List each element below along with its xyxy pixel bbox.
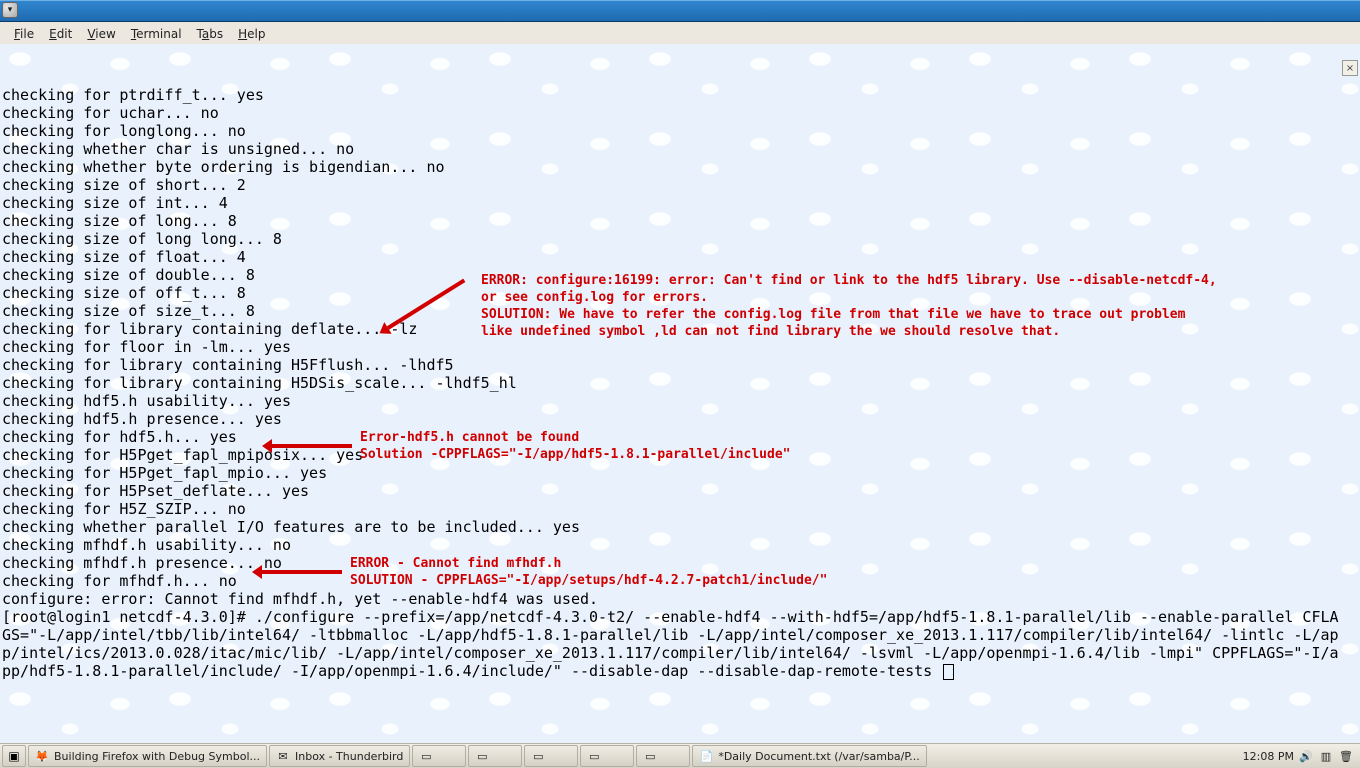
terminal-line: checking for H5Pget_fapl_mpio... yes [2,464,1342,482]
terminal-line: checking for longlong... no [2,122,1342,140]
menu-tabs[interactable]: Tabs [191,25,230,43]
terminal-line: checking hdf5.h presence... yes [2,410,1342,428]
taskbar-task[interactable]: ▭ [580,745,634,767]
task-label: Building Firefox with Debug Symbol... [54,750,260,763]
terminal-line: checking size of long... 8 [2,212,1342,230]
terminal-line: checking for H5Pset_deflate... yes [2,482,1342,500]
terminal-line: checking size of int... 4 [2,194,1342,212]
terminal-line: checking for library containing H5Fflush… [2,356,1342,374]
annotation-arrow [262,570,342,574]
terminal-line: checking whether char is unsigned... no [2,140,1342,158]
task-icon: 📄 [699,749,713,763]
terminal-line: checking size of long long... 8 [2,230,1342,248]
taskbar-task[interactable]: ▭ [524,745,578,767]
show-desktop-button[interactable]: ▣ [2,745,26,767]
task-icon: ▭ [643,749,657,763]
menu-terminal[interactable]: Terminal [125,25,188,43]
terminal-line: checking size of float... 4 [2,248,1342,266]
terminal-line: [root@login1 netcdf-4.3.0]# ./configure … [2,608,1342,680]
terminal-line: checking for library containing H5DSis_s… [2,374,1342,392]
window-titlebar: ▾ [0,0,1360,22]
taskbar-task[interactable]: ▭ [636,745,690,767]
terminal-line: checking hdf5.h usability... yes [2,392,1342,410]
terminal-line: checking mfhdf.h usability... no [2,536,1342,554]
terminal-line: checking for H5Z_SZIP... no [2,500,1342,518]
taskbar: ▣ 🦊 Building Firefox with Debug Symbol...… [0,743,1360,768]
taskbar-task[interactable]: ▭ [468,745,522,767]
terminal-line: checking for ptrdiff_t... yes [2,86,1342,104]
tab-close-button[interactable]: × [1342,60,1358,76]
terminal-line: configure: error: Cannot find mfhdf.h, y… [2,590,1342,608]
taskbar-task[interactable]: ▭ [412,745,466,767]
terminal-line: checking size of short... 2 [2,176,1342,194]
system-tray: 12:08 PM 🔊 ▥ 🗑 [1243,748,1358,764]
annotation-error-3: ERROR - Cannot find mfhdf.h SOLUTION - C… [350,555,827,589]
task-icon: ▭ [531,749,545,763]
terminal-container: × checking for ptrdiff_t... yeschecking … [0,44,1360,744]
terminal-line: checking whether byte ordering is bigend… [2,158,1342,176]
task-icon: ▭ [419,749,433,763]
menu-edit[interactable]: Edit [43,25,78,43]
trash-icon[interactable]: 🗑 [1338,748,1354,764]
tray-menu-icon[interactable]: ▥ [1318,748,1334,764]
menu-file[interactable]: File [8,25,40,43]
task-icon: ▭ [587,749,601,763]
task-label: *Daily Document.txt (/var/samba/P... [718,750,919,763]
taskbar-task[interactable]: ✉ Inbox - Thunderbird [269,745,410,767]
terminal-output[interactable]: checking for ptrdiff_t... yeschecking fo… [2,86,1342,742]
terminal-line: checking for floor in -lm... yes [2,338,1342,356]
terminal-cursor [943,664,954,680]
terminal-line: checking whether parallel I/O features a… [2,518,1342,536]
annotation-error-2: Error-hdf5.h cannot be found Solution -C… [360,429,790,463]
task-icon: ▭ [475,749,489,763]
window-menu-button[interactable]: ▾ [2,2,18,18]
menu-help[interactable]: Help [232,25,271,43]
task-icon: ✉ [276,749,290,763]
volume-icon[interactable]: 🔊 [1298,748,1314,764]
taskbar-task[interactable]: 🦊 Building Firefox with Debug Symbol... [28,745,267,767]
annotation-arrow [272,444,352,448]
task-label: Inbox - Thunderbird [295,750,403,763]
annotation-error-1: ERROR: configure:16199: error: Can't fin… [481,272,1217,340]
task-icon: 🦊 [35,749,49,763]
menu-view[interactable]: View [81,25,121,43]
terminal-line: checking for uchar... no [2,104,1342,122]
taskbar-task[interactable]: 📄 *Daily Document.txt (/var/samba/P... [692,745,926,767]
taskbar-clock: 12:08 PM [1243,750,1294,763]
